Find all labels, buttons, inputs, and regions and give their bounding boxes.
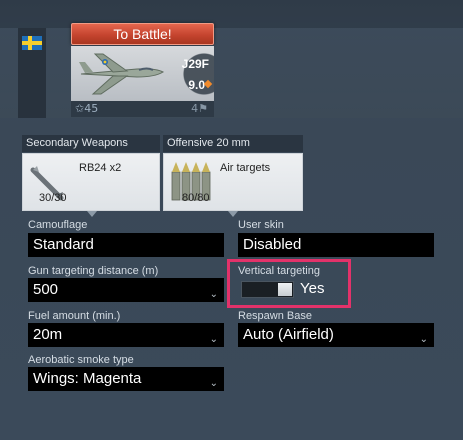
offensive-weapon-ammo: 80/80 <box>182 192 210 204</box>
vehicle-card[interactable]: J29F 9.0 <box>71 46 214 101</box>
offensive-weapons-header: Offensive 20 mm <box>163 135 303 152</box>
offensive-slot-arrow <box>228 211 238 217</box>
sweden-flag-icon <box>22 36 42 50</box>
vehicle-rank: 45 <box>84 102 99 115</box>
gun-targeting-dropdown[interactable]: 500 ⌄ <box>28 278 224 302</box>
top-band <box>0 0 463 118</box>
chevron-down-icon: ⌄ <box>209 378 218 389</box>
chevron-down-icon: ⌄ <box>209 289 218 300</box>
user-skin-label: User skin <box>238 219 284 231</box>
user-skin-value: Disabled <box>243 236 302 253</box>
smoke-type-value: Wings: Magenta <box>33 370 142 387</box>
camouflage-label: Camouflage <box>28 219 88 231</box>
fuel-amount-label: Fuel amount (min.) <box>28 310 121 322</box>
secondary-slot-arrow <box>87 211 97 217</box>
chevron-down-icon: ⌄ <box>209 334 218 345</box>
secondary-weapons-header: Secondary Weapons <box>22 135 160 152</box>
camouflage-field[interactable]: Standard <box>28 233 224 257</box>
vertical-targeting-toggle[interactable] <box>241 281 294 298</box>
crew-icon: ⚑ <box>198 102 208 115</box>
gun-targeting-label: Gun targeting distance (m) <box>28 265 159 277</box>
vehicle-stats: ✩45 4⚑ <box>71 101 214 117</box>
secondary-weapon-slot[interactable]: RB24 x2 30/30 <box>22 153 160 211</box>
offensive-weapon-slot[interactable]: Air targets 80/80 <box>163 153 303 211</box>
chevron-down-icon: ⌄ <box>419 334 428 345</box>
respawn-base-value: Auto (Airfield) <box>243 326 334 343</box>
secondary-weapon-name: RB24 x2 <box>79 162 122 174</box>
smoke-type-label: Aerobatic smoke type <box>28 354 134 366</box>
to-battle-button[interactable]: To Battle! <box>71 23 214 45</box>
fuel-amount-dropdown[interactable]: 20m ⌄ <box>28 323 224 347</box>
gun-targeting-value: 500 <box>33 281 59 298</box>
battle-rating: 9.0 <box>188 78 205 92</box>
rank-star-icon: ✩ <box>75 102 85 115</box>
fuel-amount-value: 20m <box>33 326 63 343</box>
secondary-weapon-ammo: 30/30 <box>39 192 67 204</box>
respawn-base-label: Respawn Base <box>238 310 312 322</box>
vertical-targeting-value: Yes <box>300 280 325 297</box>
vertical-targeting-label: Vertical targeting <box>238 265 320 277</box>
toggle-knob[interactable] <box>278 283 292 296</box>
offensive-weapon-name: Air targets <box>220 162 271 174</box>
smoke-type-dropdown[interactable]: Wings: Magenta ⌄ <box>28 367 224 391</box>
user-skin-field[interactable]: Disabled <box>238 233 434 257</box>
jet-aircraft-icon <box>79 53 165 95</box>
respawn-base-dropdown[interactable]: Auto (Airfield) ⌄ <box>238 323 434 347</box>
camouflage-value: Standard <box>33 236 94 253</box>
vehicle-name: J29F <box>181 57 209 71</box>
